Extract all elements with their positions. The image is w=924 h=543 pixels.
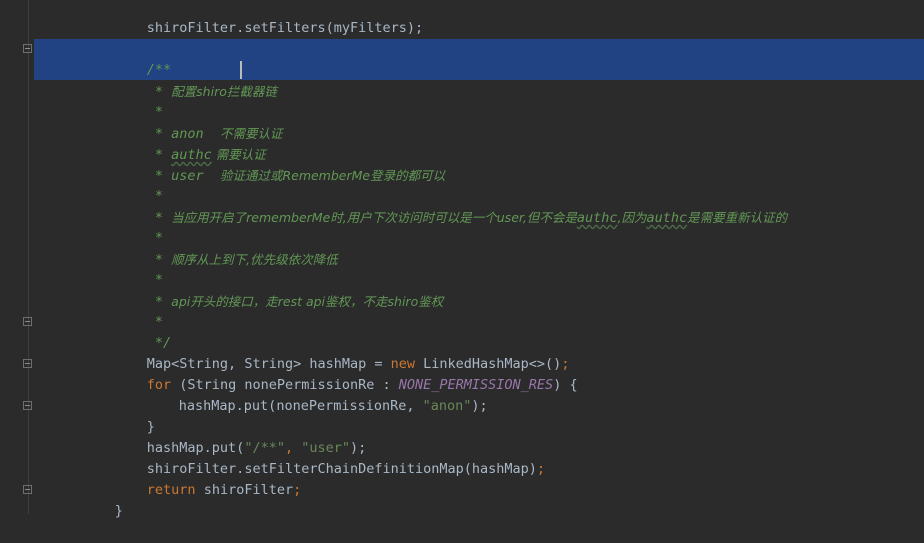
code-line: */ <box>98 312 171 351</box>
doc-comment: 是需要重新认证的 <box>687 210 788 225</box>
doc-comment: 验证通过或RememberMe登录的都可以 <box>219 168 446 183</box>
doc-comment: 配置shiro拦截器链 <box>171 84 277 99</box>
fold-collapse-icon[interactable] <box>23 44 32 53</box>
code-text: ) { <box>553 377 578 393</box>
code-line: } <box>98 396 155 435</box>
code-line: /** <box>98 39 171 78</box>
code-line: Map<String, String> hashMap = new Linked… <box>98 333 570 372</box>
code-line: * <box>98 165 163 204</box>
code-line: * api开头的接口，走rest api鉴权，不走shiro鉴权 <box>98 270 443 310</box>
code-line: * anon 不需要认证 <box>98 102 283 142</box>
code-line: } <box>66 480 123 519</box>
code-line: * authc 需要认证 <box>98 123 266 163</box>
code-line: * <box>98 207 163 246</box>
code-editor[interactable]: shiroFilter.setFilters(myFilters); /** *… <box>0 0 924 519</box>
code-line: return shiroFilter; <box>98 459 301 498</box>
fold-collapse-icon[interactable] <box>23 485 32 494</box>
code-line: for (String nonePermissionRe : NONE_PERM… <box>98 354 578 393</box>
fold-collapse-icon[interactable] <box>23 359 32 368</box>
doc-comment: 顺序从上到下,优先级依次降低 <box>171 252 338 267</box>
doc-comment: 当应用开启了rememberMe时,用户下次访问时可以是一个user,但不会是 <box>171 210 577 225</box>
code-line: * 配置shiro拦截器链 <box>98 60 277 100</box>
semicolon: ; <box>293 482 302 498</box>
typo-underlined-word: authc <box>576 210 618 226</box>
fold-collapse-icon[interactable] <box>23 401 32 410</box>
string-literal: "anon" <box>422 398 472 414</box>
code-line: * user 验证通过或RememberMe登录的都可以 <box>98 144 445 184</box>
fold-collapse-icon[interactable] <box>23 317 32 326</box>
code-line: * <box>98 81 163 120</box>
gutter-separator <box>28 0 29 514</box>
typo-underlined-word: authc <box>646 210 688 226</box>
code-line: shiroFilter.setFilters(myFilters); <box>98 0 423 36</box>
code-line: * 顺序从上到下,优先级依次降低 <box>98 228 338 268</box>
text-caret <box>240 61 242 79</box>
code-text: ); <box>471 398 488 414</box>
code-line: hashMap.put(nonePermissionRe, "anon"); <box>130 375 488 414</box>
doc-comment: ,因为 <box>617 210 647 225</box>
code-line: * <box>98 291 163 330</box>
code-text: hashMap.put(nonePermissionRe, <box>178 398 423 414</box>
doc-comment: api开头的接口，走rest api鉴权，不走shiro鉴权 <box>171 294 444 309</box>
code-text: } <box>114 503 123 519</box>
code-line: * <box>98 249 163 288</box>
code-line: shiroFilter.setFilterChainDefinitionMap(… <box>98 438 545 477</box>
code-line: * 当应用开启了rememberMe时,用户下次访问时可以是一个user,但不会… <box>98 186 787 226</box>
code-line: hashMap.put("/**", "user"); <box>98 417 367 456</box>
code-text: shiroFilter.setFilters(myFilters); <box>146 20 424 36</box>
code-text: shiroFilter <box>195 482 294 498</box>
semicolon: ; <box>536 461 546 477</box>
keyword: return <box>146 482 196 498</box>
